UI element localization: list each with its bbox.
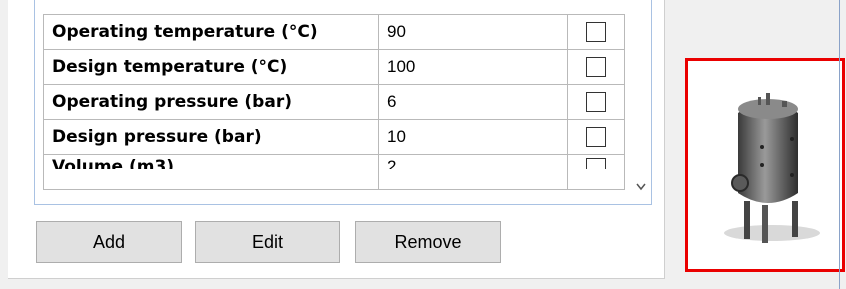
window-edge: [839, 0, 840, 289]
table-row[interactable]: Design pressure (bar) 10: [43, 119, 625, 155]
property-value[interactable]: 6: [378, 84, 568, 120]
property-value[interactable]: 90: [378, 14, 568, 50]
property-checkbox[interactable]: [586, 157, 606, 169]
property-name: Design pressure (bar): [43, 119, 379, 155]
property-name: Operating temperature (°C): [43, 14, 379, 50]
property-name: Volume (m3): [52, 157, 175, 169]
properties-table: Operating temperature (°C) 90 Design tem…: [43, 14, 625, 190]
property-value[interactable]: 100: [378, 49, 568, 85]
pressure-vessel-icon: [708, 81, 826, 251]
scroll-down-button[interactable]: [633, 170, 649, 202]
table-row[interactable]: Volume (m3) 2: [43, 154, 625, 190]
property-value[interactable]: 2: [387, 156, 559, 169]
properties-grid[interactable]: Operating temperature (°C) 90 Design tem…: [34, 0, 652, 205]
add-button[interactable]: Add: [36, 221, 182, 263]
chevron-down-icon: [636, 183, 646, 191]
properties-panel: Operating temperature (°C) 90 Design tem…: [8, 0, 665, 279]
edit-button[interactable]: Edit: [195, 221, 340, 263]
property-name: Operating pressure (bar): [43, 84, 379, 120]
property-checkbox[interactable]: [586, 57, 606, 78]
table-row[interactable]: Operating temperature (°C) 90: [43, 14, 625, 50]
property-value[interactable]: 10: [378, 119, 568, 155]
property-checkbox[interactable]: [586, 22, 606, 43]
equipment-image-frame[interactable]: [685, 58, 845, 272]
table-row[interactable]: Operating pressure (bar) 6: [43, 84, 625, 120]
table-row[interactable]: Design temperature (°C) 100: [43, 49, 625, 85]
property-name: Design temperature (°C): [43, 49, 379, 85]
remove-button[interactable]: Remove: [355, 221, 501, 263]
property-checkbox[interactable]: [586, 92, 606, 113]
property-checkbox[interactable]: [586, 127, 606, 148]
